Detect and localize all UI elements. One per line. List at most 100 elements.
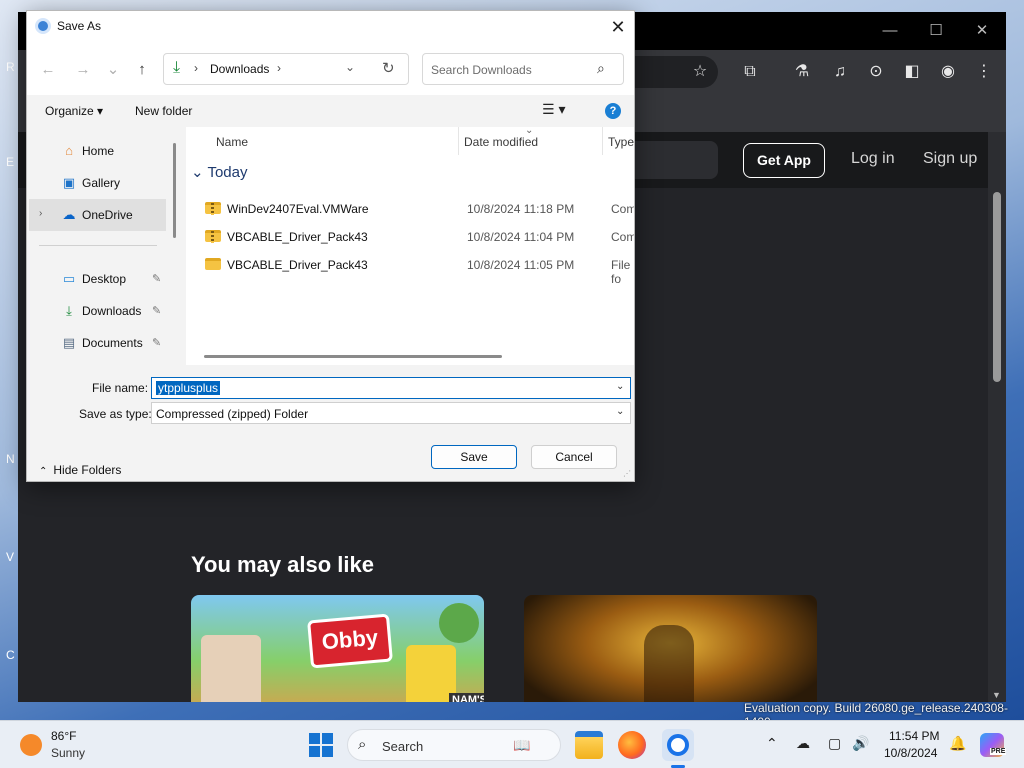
sidebar-divider bbox=[39, 245, 157, 246]
group-header[interactable]: ⌄ Today bbox=[191, 163, 248, 181]
chevron-right-icon[interactable]: › bbox=[277, 61, 281, 75]
labs-flask-icon[interactable]: ⚗ bbox=[790, 60, 814, 84]
maximize-button[interactable]: ☐ bbox=[916, 20, 956, 44]
save-type-select[interactable]: Compressed (zipped) Folder ⌄ bbox=[151, 402, 631, 424]
organize-menu-button[interactable]: Organize ▾ bbox=[45, 104, 103, 118]
taskbar-search-box[interactable]: ⌕ Search 📖 bbox=[347, 729, 561, 761]
extensions-icon[interactable]: ⧉ bbox=[738, 60, 762, 84]
horizontal-scrollbar[interactable] bbox=[204, 355, 502, 358]
clock-date[interactable]: 10/8/2024 bbox=[884, 746, 937, 760]
chevron-right-icon[interactable]: › bbox=[194, 61, 198, 75]
documents-icon: ▤ bbox=[62, 335, 76, 350]
weather-temperature[interactable]: 86°F bbox=[51, 729, 76, 743]
login-link[interactable]: Log in bbox=[851, 150, 895, 168]
page-scrollbar[interactable]: ▼ bbox=[988, 132, 1006, 702]
volume-icon[interactable]: 🔊 bbox=[852, 735, 869, 752]
recent-locations-icon[interactable]: ⌄ bbox=[102, 59, 124, 81]
chrome-icon bbox=[35, 18, 51, 34]
close-window-button[interactable]: ✕ bbox=[962, 20, 1002, 44]
save-as-dialog: Save As ✕ ← → ⌄ ↑ ⤓ › Downloads › ⌄ ↻ Se… bbox=[26, 10, 635, 482]
forward-arrow-icon[interactable]: → bbox=[72, 59, 94, 81]
hide-folders-label: Hide Folders bbox=[53, 463, 122, 477]
downloads-icon[interactable]: ⊙ bbox=[864, 60, 888, 84]
chevron-down-icon[interactable]: ⌄ bbox=[345, 60, 355, 74]
more-menu-icon[interactable]: ⋮ bbox=[972, 60, 996, 84]
back-arrow-icon[interactable]: ← bbox=[37, 59, 59, 81]
column-header-name[interactable]: Name bbox=[216, 135, 248, 149]
network-icon[interactable]: ▢ bbox=[828, 735, 841, 752]
cloud-offline-icon[interactable]: ☁ bbox=[796, 735, 810, 752]
sidebar-item-onedrive[interactable]: › ☁ OneDrive bbox=[29, 199, 166, 231]
game-thumbnail[interactable]: Obby NAM'S bbox=[191, 595, 484, 702]
desktop-icon-fragment[interactable]: N bbox=[6, 452, 15, 466]
desktop-icon-fragment[interactable]: R bbox=[6, 60, 15, 74]
game-thumbnail[interactable] bbox=[524, 595, 817, 702]
section-title: You may also like bbox=[191, 552, 375, 577]
minimize-button[interactable]: — bbox=[870, 20, 910, 44]
weather-condition[interactable]: Sunny bbox=[51, 746, 85, 760]
desktop-icon-fragment[interactable]: E bbox=[6, 155, 14, 169]
home-icon: ⌂ bbox=[65, 143, 73, 158]
sidebar-item-desktop[interactable]: ▭ Desktop ✎ bbox=[29, 263, 166, 295]
desktop-icon-fragment[interactable]: C bbox=[6, 648, 15, 662]
table-row[interactable]: WinDev2407Eval.VMWare 10/8/2024 11:18 PM… bbox=[199, 195, 634, 223]
refresh-icon[interactable]: ↻ bbox=[382, 59, 395, 77]
profile-avatar-icon[interactable]: ◉ bbox=[936, 60, 960, 84]
file-name-input[interactable]: ytpplusplus ⌄ bbox=[151, 377, 631, 399]
view-menu-icon[interactable]: ☰ ▾ bbox=[542, 101, 565, 118]
signup-link[interactable]: Sign up bbox=[923, 150, 977, 168]
chevron-up-icon[interactable]: ⌃ bbox=[766, 735, 778, 752]
cancel-button[interactable]: Cancel bbox=[531, 445, 617, 469]
firefox-icon[interactable] bbox=[618, 731, 646, 759]
clock-time[interactable]: 11:54 PM bbox=[889, 729, 939, 743]
sun-icon[interactable] bbox=[20, 734, 42, 756]
file-explorer-icon[interactable] bbox=[575, 731, 603, 759]
column-separator[interactable] bbox=[458, 127, 459, 155]
address-bar[interactable]: ⤓ › Downloads › ⌄ ↻ bbox=[163, 53, 409, 85]
chevron-down-icon[interactable]: ⌄ bbox=[616, 406, 624, 417]
resize-grip-icon[interactable]: ⋰ bbox=[623, 469, 631, 478]
scroll-down-arrow[interactable]: ▼ bbox=[992, 690, 1001, 700]
file-type: Com bbox=[611, 230, 634, 244]
hide-folders-button[interactable]: ⌃ Hide Folders bbox=[39, 463, 121, 477]
column-header-date[interactable]: Date modified bbox=[464, 135, 538, 149]
chevron-down-icon[interactable]: ⌄ bbox=[616, 381, 624, 392]
close-icon[interactable]: ✕ bbox=[605, 14, 631, 40]
get-app-button[interactable]: Get App bbox=[743, 143, 825, 178]
sidebar-item-documents[interactable]: ▤ Documents ✎ bbox=[29, 327, 166, 359]
sidebar-item-gallery[interactable]: ▣ Gallery bbox=[29, 167, 166, 199]
side-panel-icon[interactable]: ◧ bbox=[900, 60, 924, 84]
notification-bell-icon[interactable]: 🔔 bbox=[949, 735, 966, 752]
column-header-type[interactable]: Type bbox=[608, 135, 634, 149]
zip-folder-icon bbox=[205, 230, 221, 243]
file-name: VBCABLE_Driver_Pack43 bbox=[227, 230, 368, 244]
help-icon[interactable]: ? bbox=[605, 103, 621, 119]
dialog-titlebar[interactable]: Save As ✕ bbox=[27, 11, 634, 43]
search-highlight-icon: 📖 bbox=[513, 737, 531, 753]
file-name: VBCABLE_Driver_Pack43 bbox=[227, 258, 368, 272]
sidebar-item-home[interactable]: ⌂ Home bbox=[29, 135, 166, 167]
media-control-icon[interactable]: ♫ bbox=[828, 60, 852, 84]
sidebar-item-label: Downloads bbox=[82, 304, 142, 318]
new-folder-button[interactable]: New folder bbox=[135, 104, 192, 118]
avatar-figure bbox=[201, 635, 261, 702]
table-row[interactable]: VBCABLE_Driver_Pack43 10/8/2024 11:04 PM… bbox=[199, 223, 634, 251]
bookmark-star-icon[interactable]: ☆ bbox=[688, 60, 712, 84]
breadcrumb[interactable]: Downloads bbox=[210, 62, 269, 76]
sidebar-item-downloads[interactable]: ⤓ Downloads ✎ bbox=[29, 295, 166, 327]
column-separator[interactable] bbox=[602, 127, 603, 155]
file-name-value[interactable]: ytpplusplus bbox=[156, 381, 221, 395]
command-bar: Organize ▾ New folder ☰ ▾ ? bbox=[27, 95, 634, 127]
sidebar-scrollbar[interactable] bbox=[173, 143, 176, 238]
chevron-right-icon[interactable]: › bbox=[39, 208, 42, 219]
windows-start-icon[interactable] bbox=[309, 733, 333, 757]
cloud-icon: ☁ bbox=[62, 207, 76, 222]
desktop-icon-fragment[interactable]: V bbox=[6, 550, 14, 564]
chrome-icon[interactable] bbox=[662, 729, 694, 761]
up-arrow-icon[interactable]: ↑ bbox=[131, 59, 153, 81]
table-row[interactable]: VBCABLE_Driver_Pack43 10/8/2024 11:05 PM… bbox=[199, 251, 634, 286]
save-button[interactable]: Save bbox=[431, 445, 517, 469]
search-input[interactable]: Search Downloads ⌕ bbox=[422, 53, 624, 85]
scrollbar-thumb[interactable] bbox=[993, 192, 1001, 382]
search-placeholder: Search Downloads bbox=[431, 63, 532, 77]
